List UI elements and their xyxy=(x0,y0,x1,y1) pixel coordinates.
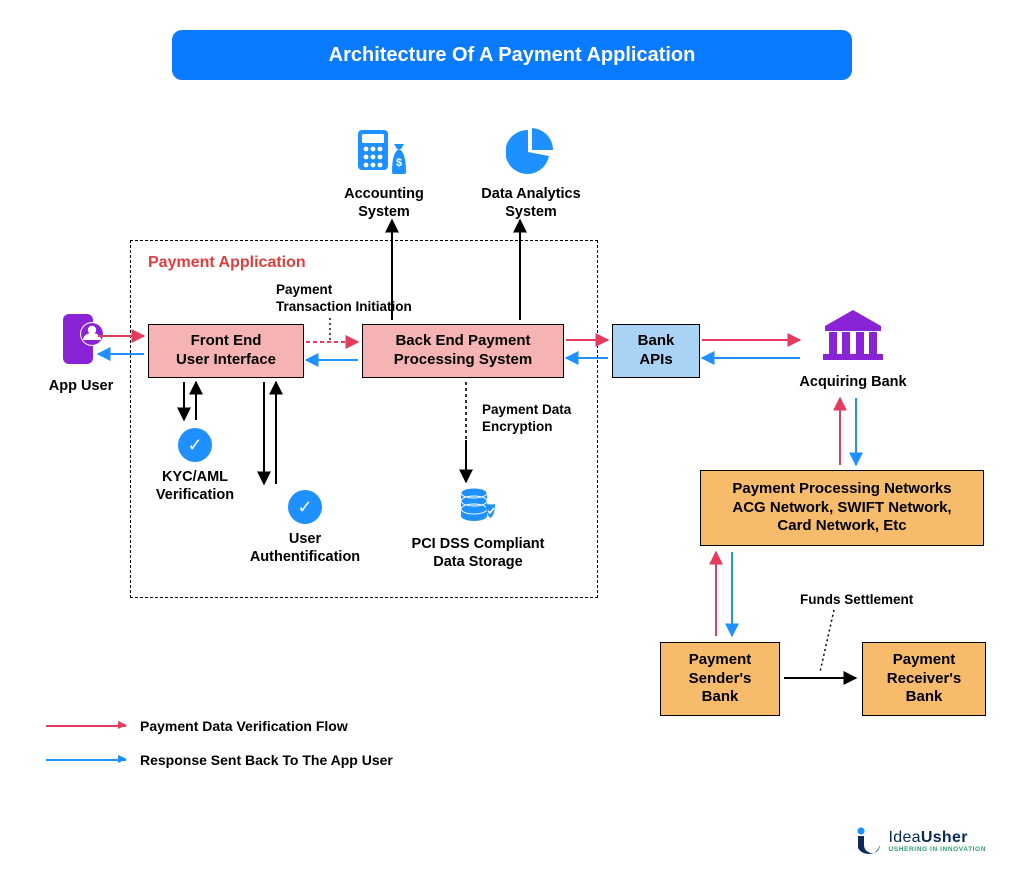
analytics-label: Data Analytics System xyxy=(466,185,596,221)
analytics-node: Data Analytics System xyxy=(466,126,596,221)
accounting-label: Accounting System xyxy=(324,185,444,221)
legend: Payment Data Verification Flow Response … xyxy=(46,718,393,786)
back-end-box: Back End Payment Processing System xyxy=(362,324,564,378)
database-shield-icon xyxy=(458,486,498,524)
brand-mark-icon xyxy=(855,826,883,856)
user-auth-node: ✓ User Authentification xyxy=(230,490,380,566)
brand-tagline: USHERING IN INNOVATION xyxy=(889,846,986,853)
edge-label-txn-init: Payment Transaction Initiation xyxy=(276,282,412,316)
svg-text:$: $ xyxy=(396,157,402,169)
app-user-node: App User xyxy=(36,312,126,395)
sender-bank-box: Payment Sender's Bank xyxy=(660,642,780,716)
app-user-label: App User xyxy=(36,377,126,395)
networks-box: Payment Processing Networks ACG Network,… xyxy=(700,470,984,546)
bank-icon xyxy=(821,308,885,362)
brand-name-b: Usher xyxy=(921,829,968,846)
legend-blue-label: Response Sent Back To The App User xyxy=(140,752,393,768)
calculator-moneybag-icon: $ xyxy=(356,126,412,174)
front-end-box: Front End User Interface xyxy=(148,324,304,378)
user-auth-label: User Authentification xyxy=(230,530,380,566)
pci-node: PCI DSS Compliant Data Storage xyxy=(388,486,568,571)
pie-chart-icon xyxy=(506,126,556,174)
check-icon: ✓ xyxy=(178,428,212,462)
bank-apis-box: Bank APIs xyxy=(612,324,700,378)
edge-label-encryption: Payment Data Encryption xyxy=(482,402,571,436)
pci-label: PCI DSS Compliant Data Storage xyxy=(388,535,568,571)
acquiring-bank-label: Acquiring Bank xyxy=(788,373,918,391)
acquiring-bank-node: Acquiring Bank xyxy=(788,308,918,391)
legend-row-red: Payment Data Verification Flow xyxy=(46,718,393,734)
brand-logo: IdeaUsher USHERING IN INNOVATION xyxy=(855,826,986,856)
page-title: Architecture Of A Payment Application xyxy=(172,30,852,80)
brand-name-a: Idea xyxy=(889,829,921,846)
legend-row-blue: Response Sent Back To The App User xyxy=(46,752,393,768)
legend-arrow-blue-icon xyxy=(46,759,126,761)
smartphone-user-icon xyxy=(56,312,106,366)
legend-arrow-red-icon xyxy=(46,725,126,727)
legend-red-label: Payment Data Verification Flow xyxy=(140,718,348,734)
check-icon: ✓ xyxy=(288,490,322,524)
accounting-node: $ Accounting System xyxy=(324,126,444,221)
receiver-bank-box: Payment Receiver's Bank xyxy=(862,642,986,716)
payment-application-label: Payment Application xyxy=(148,254,306,272)
edge-label-settlement: Funds Settlement xyxy=(800,592,913,609)
